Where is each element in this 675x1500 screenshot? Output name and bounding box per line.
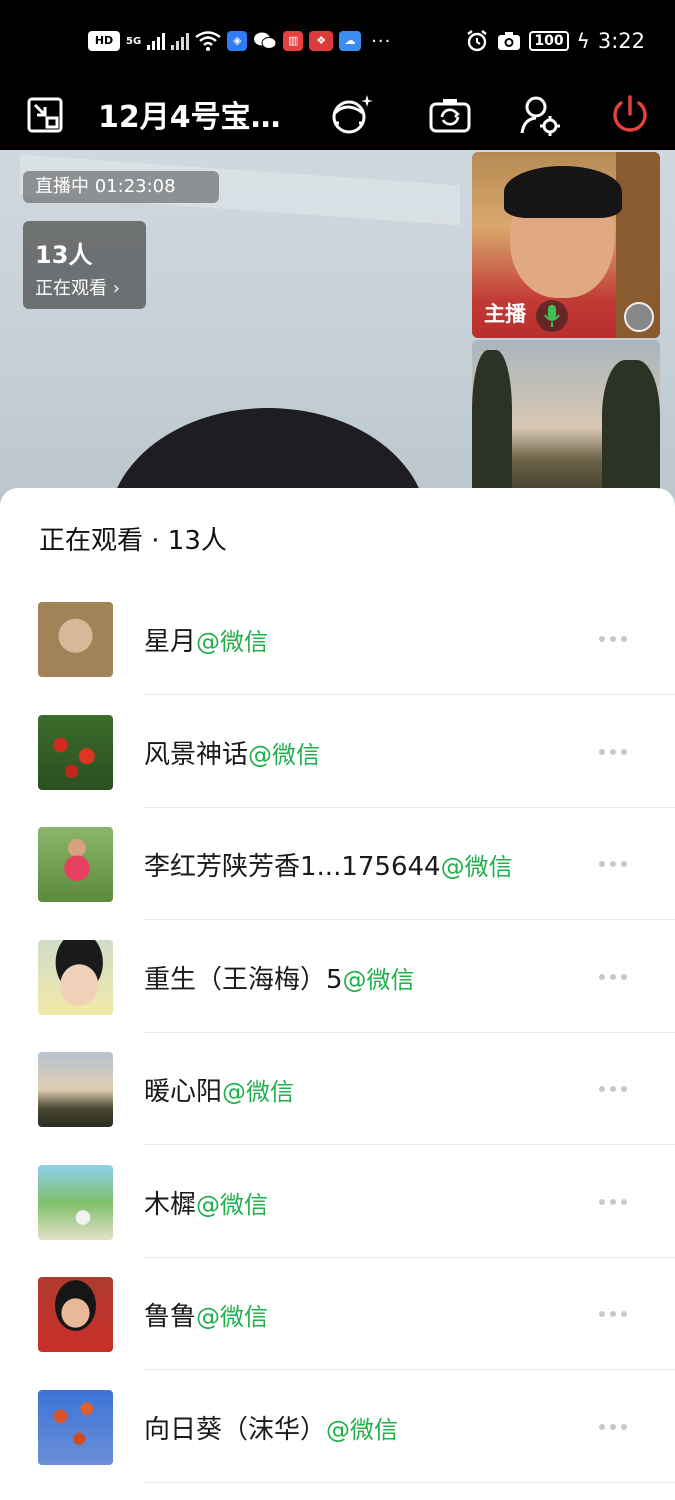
live-header: 12月4号宝… [0, 82, 675, 150]
switch-camera-icon [429, 99, 471, 133]
signal-icon [147, 32, 166, 50]
avatar[interactable] [38, 1052, 113, 1127]
more-options-icon[interactable] [599, 969, 631, 985]
more-options-icon[interactable] [599, 1194, 631, 1210]
viewer-nickname: 暖心阳 [144, 1077, 223, 1107]
user-settings-icon [520, 96, 560, 136]
avatar[interactable] [38, 939, 113, 1015]
signal-2-icon [171, 32, 190, 50]
viewer-row[interactable]: 暖心阳@微信 [0, 1013, 675, 1145]
user-settings-button[interactable] [515, 90, 565, 140]
end-live-button[interactable] [605, 90, 655, 140]
viewer-name: 星月@微信 [144, 621, 268, 658]
viewer-source: @微信 [440, 853, 513, 881]
exit-fullscreen-icon [27, 97, 63, 133]
clock: 3:22 [597, 29, 645, 53]
viewer-name: 重生（王海梅）5@微信 [144, 959, 415, 996]
avatar[interactable] [38, 827, 113, 902]
beauty-filter-icon [332, 95, 373, 134]
more-options-icon[interactable] [599, 1081, 631, 1097]
viewer-nickname: 木樨 [144, 1189, 197, 1220]
viewer-source: @微信 [196, 628, 269, 656]
status-right-icons: 100 ϟ 3:22 [465, 28, 645, 54]
viewer-nickname: 向日葵（沫华） [144, 1414, 327, 1445]
avatar[interactable] [38, 1277, 113, 1352]
book-app-icon: ▥ [283, 31, 304, 51]
switch-camera-button[interactable] [425, 90, 475, 140]
app-notification-icon: ◈ [227, 31, 248, 51]
viewer-source: @微信 [196, 1190, 269, 1219]
more-options-icon[interactable] [599, 1306, 631, 1322]
viewer-row[interactable]: 向日葵（沫华）@微信 [0, 1351, 675, 1483]
status-bar: HD 5G ◈ ▥ ❖ ☁ ··· 100 ϟ 3:22 [0, 0, 675, 82]
charging-icon: ϟ [576, 29, 590, 53]
viewer-name: 鲁鲁@微信 [144, 1296, 268, 1333]
wifi-icon [195, 31, 221, 51]
sheet-title: 正在观看 · 13人 [39, 526, 227, 556]
host-hair [504, 166, 622, 218]
camera-toggle-button[interactable] [624, 302, 654, 332]
avatar[interactable] [38, 714, 113, 790]
viewer-nickname: 星月 [144, 627, 197, 657]
viewer-name: 暖心阳@微信 [144, 1071, 294, 1108]
live-status-badge: 直播中 01:23:08 [23, 171, 219, 203]
live-title: 12月4号宝… [98, 100, 281, 135]
viewer-count: 13人 [35, 241, 93, 269]
viewer-name: 木樨@微信 [144, 1184, 268, 1221]
network-type: 5G [126, 35, 142, 47]
viewer-row[interactable]: 木樨@微信 [0, 1126, 675, 1258]
viewer-name: 李红芳陕芳香1...175644@微信 [144, 846, 513, 883]
viewer-name: 向日葵（沫华）@微信 [144, 1409, 398, 1446]
host-camera-thumbnail[interactable]: 主播 [472, 152, 660, 338]
exit-fullscreen-button[interactable] [20, 90, 70, 140]
guest-camera-thumbnail[interactable] [472, 340, 660, 500]
avatar[interactable] [38, 1164, 113, 1240]
tree-left [472, 350, 512, 500]
cloud-app-icon: ☁ [339, 31, 362, 51]
viewer-source: @微信 [248, 740, 321, 769]
viewer-nickname: 重生（王海梅）5 [144, 964, 343, 995]
camera-icon [498, 32, 521, 50]
viewer-count-label: 正在观看 › [35, 278, 120, 299]
row-divider [143, 1481, 675, 1483]
viewer-source: @微信 [326, 1415, 399, 1444]
viewer-nickname: 风景神话 [144, 739, 249, 770]
viewer-row[interactable]: 星月@微信 [0, 563, 675, 695]
more-options-icon[interactable] [599, 856, 631, 872]
beauty-filter-button[interactable] [326, 90, 376, 140]
shopping-app-icon: ❖ [309, 31, 334, 51]
host-tag: 主播 [484, 302, 526, 326]
avatar[interactable] [38, 602, 113, 677]
microphone-icon [544, 305, 560, 327]
more-options-icon[interactable] [599, 631, 631, 647]
alarm-icon [467, 30, 488, 52]
viewer-name: 风景神话@微信 [144, 734, 320, 771]
viewer-source: @微信 [196, 1303, 269, 1331]
viewer-source: @微信 [342, 965, 415, 994]
viewer-row[interactable]: 重生（王海梅）5@微信 [0, 901, 675, 1033]
viewer-row[interactable]: 风景神话@微信 [0, 676, 675, 808]
status-left-icons: HD 5G ◈ ▥ ❖ ☁ ··· [88, 28, 391, 54]
hd-badge: HD [88, 31, 120, 51]
viewer-source: @微信 [222, 1078, 295, 1106]
viewer-nickname: 鲁鲁 [144, 1302, 197, 1332]
more-notifications-icon: ··· [371, 30, 392, 52]
viewer-count-button[interactable]: 13人 正在观看 › [23, 221, 146, 309]
avatar[interactable] [38, 1389, 113, 1465]
tree-right [602, 360, 660, 500]
mic-button[interactable] [536, 300, 568, 332]
viewer-list: 星月@微信 风景神话@微信 李红芳陕芳香1...175644@微信 重生（王海梅… [0, 563, 675, 1483]
viewer-nickname: 李红芳陕芳香1...175644 [144, 852, 441, 882]
more-options-icon[interactable] [599, 744, 631, 760]
power-icon [613, 95, 647, 132]
viewer-row[interactable]: 鲁鲁@微信 [0, 1238, 675, 1370]
more-options-icon[interactable] [599, 1419, 631, 1435]
battery-indicator: 100 [529, 31, 569, 51]
viewer-row[interactable]: 李红芳陕芳香1...175644@微信 [0, 788, 675, 920]
viewers-sheet: 正在观看 · 13人 星月@微信 风景神话@微信 李红芳陕芳香1...17564… [0, 488, 675, 1500]
wechat-icon [254, 32, 277, 49]
